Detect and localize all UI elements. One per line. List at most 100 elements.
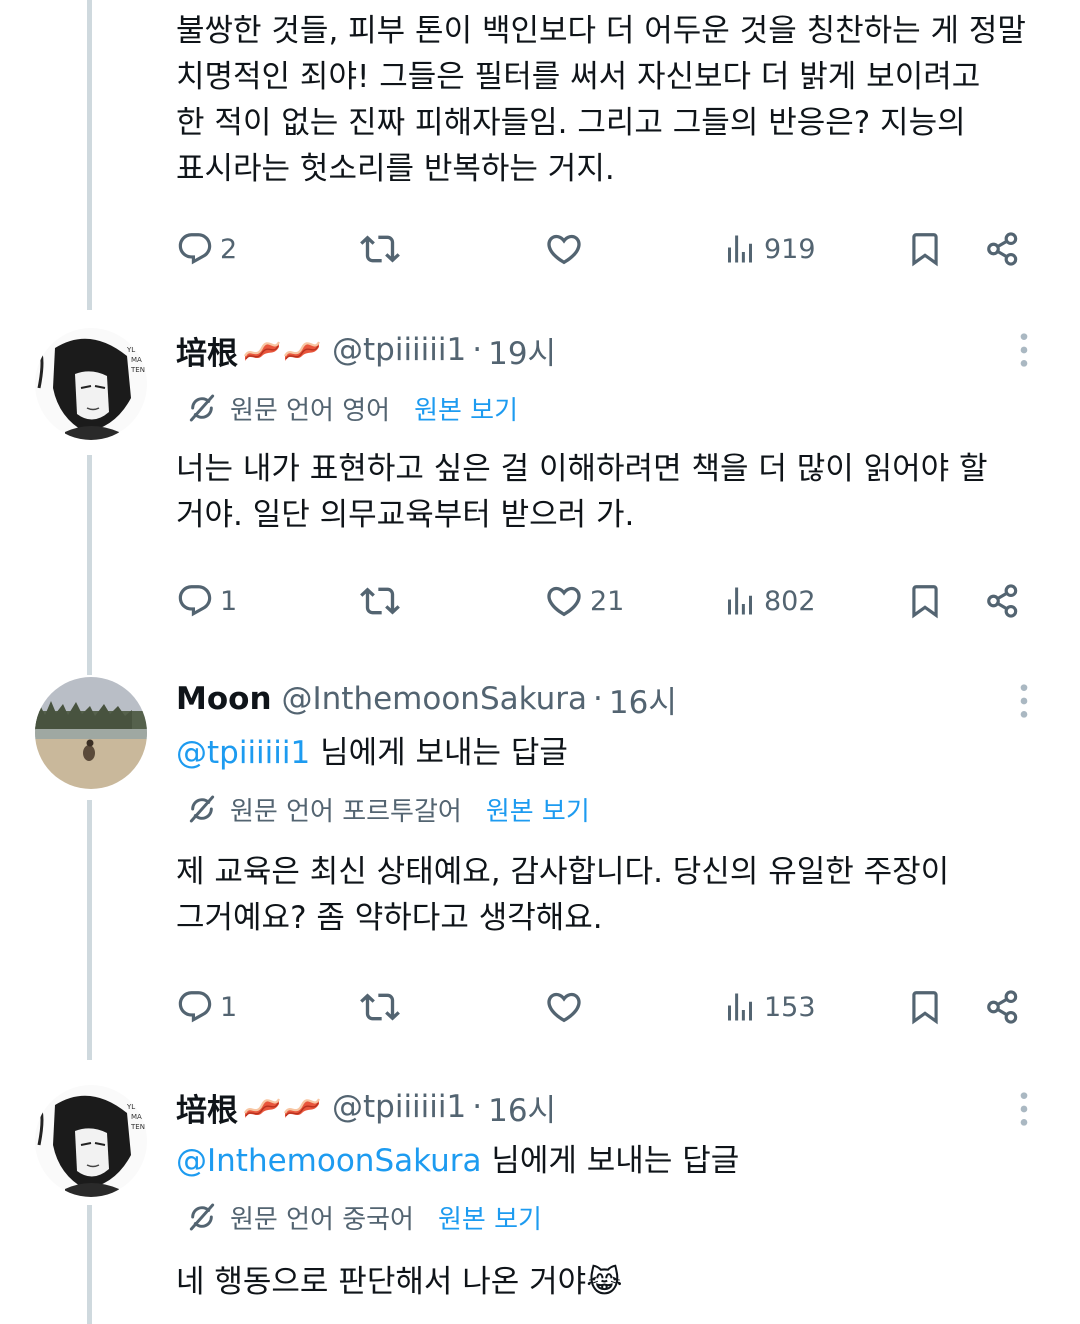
reply-count: 2 — [220, 233, 238, 265]
mention-link[interactable]: @InthemoonSakura — [176, 1143, 482, 1179]
user-handle[interactable]: @tpiiiiii1 — [332, 1089, 466, 1125]
views-button[interactable]: 919 — [722, 231, 816, 267]
reply-icon — [176, 988, 214, 1026]
show-original-link[interactable]: 원본 보기 — [438, 1199, 542, 1236]
retweet-icon — [360, 987, 400, 1027]
svg-text:YL: YL — [126, 1103, 135, 1111]
thread-line — [87, 455, 92, 675]
like-button[interactable] — [544, 229, 584, 269]
bookmark-icon — [906, 230, 944, 268]
share-icon — [984, 988, 1022, 1026]
more-options-button[interactable] — [1004, 681, 1044, 725]
avatar[interactable]: YL MA TEN — [35, 328, 147, 440]
tweet-header: 培根 @tpiiiiii1 · 16시 — [176, 1085, 1046, 1129]
bacon-emoji — [242, 337, 322, 363]
tweet-header: 培根 @tpiiiiii1 · 19시 — [176, 328, 1046, 372]
tweet-text: 네 행동으로 판단해서 나온 거야😹 — [176, 1259, 1046, 1305]
more-icon — [1004, 681, 1044, 721]
tweet-text-line: 치명적인 죄야! 그들은 필터를 써서 자신보다 더 밝게 보이려고 — [176, 59, 981, 95]
reply-icon — [176, 582, 214, 620]
like-count: 21 — [590, 585, 625, 617]
bookmark-icon — [906, 988, 944, 1026]
like-icon — [544, 229, 584, 269]
translation-label: 원문 언어 영어 — [230, 395, 391, 426]
avatar[interactable] — [35, 677, 147, 789]
svg-text:MA: MA — [131, 1113, 142, 1121]
svg-text:YL: YL — [126, 346, 135, 354]
avatar-image: YL MA TEN — [35, 1085, 147, 1197]
display-name[interactable]: 培根 — [176, 328, 238, 373]
retweet-button[interactable] — [360, 581, 400, 621]
reply-icon — [176, 230, 214, 268]
tweet-text-line-content: 네 행동으로 판단해서 나온 거야 — [176, 1264, 587, 1300]
share-button[interactable] — [984, 582, 1022, 620]
tweet-text-line: 너는 내가 표현하고 싶은 걸 이해하려면 책을 더 많이 읽어야 할 — [176, 451, 988, 487]
tweet-text: 불쌍한 것들, 피부 톤이 백인보다 더 어두운 것을 칭찬하는 게 정말 치명… — [176, 8, 1046, 192]
separator-dot: · — [472, 332, 483, 368]
reply-count: 1 — [220, 991, 238, 1023]
tweet-text-line: 네 행동으로 판단해서 나온 거야😹 — [176, 1259, 1046, 1305]
tweet-text-line: 거야. 일단 의무교육부터 받으러 가. — [176, 497, 635, 533]
reply-button[interactable]: 1 — [176, 582, 237, 620]
show-original-link[interactable]: 원본 보기 — [414, 390, 518, 427]
translation-notice: 원문 언어 포르투갈어 원본 보기 — [176, 789, 1046, 829]
translate-icon — [186, 1201, 218, 1233]
like-button[interactable] — [544, 987, 584, 1027]
retweet-button[interactable] — [360, 229, 400, 269]
views-icon — [722, 989, 758, 1025]
reply-button[interactable]: 1 — [176, 988, 237, 1026]
reply-button[interactable]: 2 — [176, 230, 237, 268]
tweet-text: 너는 내가 표현하고 싶은 걸 이해하려면 책을 더 많이 읽어야 할 거야. … — [176, 446, 1046, 538]
user-handle[interactable]: @tpiiiiii1 — [332, 332, 466, 368]
timestamp[interactable]: 16시 — [609, 677, 677, 722]
retweet-button[interactable] — [360, 987, 400, 1027]
bookmark-button[interactable] — [906, 988, 944, 1026]
bookmark-button[interactable] — [906, 230, 944, 268]
separator-dot: · — [593, 681, 603, 717]
avatar-image — [35, 677, 147, 789]
views-icon — [722, 583, 758, 619]
separator-dot: · — [472, 1089, 483, 1125]
bacon-emoji — [242, 1094, 322, 1120]
retweet-icon — [360, 581, 400, 621]
like-button[interactable]: 21 — [544, 581, 624, 621]
translation-notice: 원문 언어 영어 원본 보기 — [176, 388, 1046, 428]
user-handle[interactable]: @InthemoonSakura — [282, 681, 588, 717]
more-options-button[interactable] — [1004, 1089, 1044, 1133]
thread-line — [87, 1205, 92, 1324]
like-icon — [544, 581, 584, 621]
display-name[interactable]: 培根 — [176, 1085, 238, 1130]
reply-to-label: 님에게 보내는 답글 — [310, 735, 568, 771]
bookmark-button[interactable] — [906, 582, 944, 620]
avatar[interactable]: YL MA TEN — [35, 1085, 147, 1197]
mention-link[interactable]: @tpiiiiii1 — [176, 735, 310, 771]
reply-to-line: @InthemoonSakura 님에게 보내는 답글 — [176, 1139, 1046, 1183]
views-icon — [722, 231, 758, 267]
thread-line — [87, 800, 92, 1060]
timestamp[interactable]: 16시 — [488, 1085, 556, 1130]
display-name[interactable]: Moon — [176, 681, 272, 717]
views-count: 153 — [764, 991, 816, 1023]
tweet-actions: 1 21 802 — [176, 576, 1036, 626]
share-button[interactable] — [984, 988, 1022, 1026]
views-button[interactable]: 153 — [722, 989, 816, 1025]
tweet-text-line: 그거예요? 좀 약하다고 생각해요. — [176, 900, 603, 936]
crying-cat-emoji: 😹 — [586, 1264, 623, 1300]
more-icon — [1004, 330, 1044, 370]
reply-count: 1 — [220, 585, 238, 617]
tweet-text-line: 표시라는 헛소리를 반복하는 거지. — [176, 151, 615, 187]
tweet-text-line: 한 적이 없는 진짜 피해자들임. 그리고 그들의 반응은? 지능의 — [176, 105, 966, 141]
more-options-button[interactable] — [1004, 330, 1044, 374]
svg-text:TEN: TEN — [130, 1123, 145, 1131]
timestamp[interactable]: 19시 — [488, 328, 556, 373]
translation-label: 원문 언어 중국어 — [230, 1204, 414, 1235]
reply-to-line: @tpiiiiii1 님에게 보내는 답글 — [176, 731, 1046, 775]
translation-label: 원문 언어 포르투갈어 — [230, 796, 462, 827]
share-icon — [984, 582, 1022, 620]
more-icon — [1004, 1089, 1044, 1129]
reply-to-label: 님에게 보내는 답글 — [481, 1143, 740, 1179]
translation-notice: 원문 언어 중국어 원본 보기 — [176, 1197, 1046, 1237]
share-button[interactable] — [984, 230, 1022, 268]
show-original-link[interactable]: 원본 보기 — [486, 791, 590, 828]
views-button[interactable]: 802 — [722, 583, 816, 619]
